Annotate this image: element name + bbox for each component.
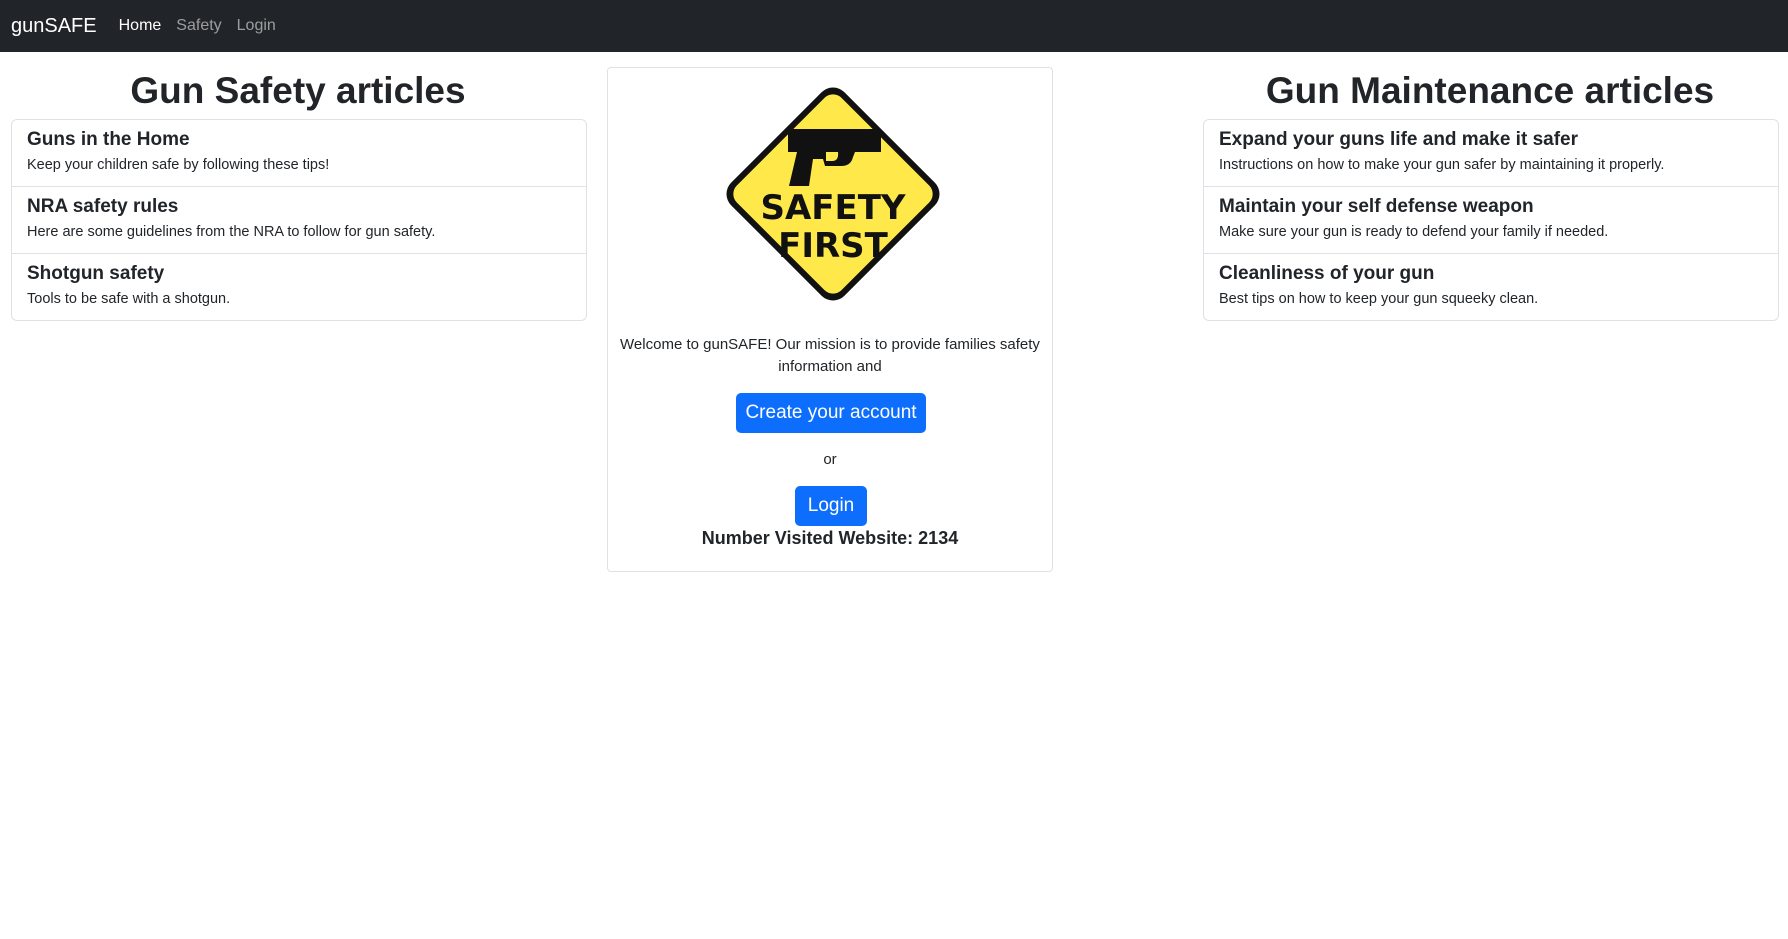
article-title: Expand your guns life and make it safer: [1219, 129, 1578, 150]
safety-articles-list: Guns in the Home Keep your children safe…: [11, 119, 587, 321]
brand-link[interactable]: gunSAFE: [11, 15, 97, 38]
sign-text-first: FIRST: [778, 226, 889, 266]
list-item-nra-safety-rules[interactable]: NRA safety rules Here are some guideline…: [12, 187, 586, 254]
maintenance-articles-heading: Gun Maintenance articles: [1265, 70, 1715, 111]
navbar: gunSAFE Home Safety Login: [0, 0, 1788, 52]
sign-text-safety: SAFETY: [760, 188, 905, 228]
list-item-expand-guns-life[interactable]: Expand your guns life and make it safer …: [1204, 120, 1778, 187]
or-separator: or: [823, 451, 837, 468]
list-item-guns-in-the-home[interactable]: Guns in the Home Keep your children safe…: [12, 120, 586, 187]
nav-link-safety[interactable]: Safety: [176, 17, 221, 35]
maintenance-articles-list: Expand your guns life and make it safer …: [1203, 119, 1779, 321]
welcome-message: Welcome to gunSAFE! Our mission is to pr…: [620, 336, 1040, 375]
welcome-card: SAFETY FIRST Welcome to gunSAFE! Our mis…: [607, 67, 1053, 572]
article-title: Cleanliness of your gun: [1219, 263, 1435, 284]
list-item-cleanliness-of-gun[interactable]: Cleanliness of your gun Best tips on how…: [1204, 254, 1778, 320]
article-title: Shotgun safety: [27, 263, 165, 284]
list-item-shotgun-safety[interactable]: Shotgun safety Tools to be safe with a s…: [12, 254, 586, 320]
article-description: Instructions on how to make your gun saf…: [1219, 157, 1665, 173]
create-account-button[interactable]: Create your account: [736, 393, 926, 433]
article-description: Make sure your gun is ready to defend yo…: [1219, 224, 1609, 240]
login-button[interactable]: Login: [795, 486, 867, 526]
article-description: Best tips on how to keep your gun squeek…: [1219, 291, 1539, 307]
visit-counter: Number Visited Website: 2134: [701, 528, 959, 548]
article-description: Tools to be safe with a shotgun.: [27, 291, 231, 307]
safety-articles-heading: Gun Safety articles: [130, 70, 466, 111]
nav-link-home[interactable]: Home: [119, 17, 162, 35]
article-description: Here are some guidelines from the NRA to…: [27, 224, 436, 240]
article-title: NRA safety rules: [27, 196, 179, 217]
safety-first-sign-icon: SAFETY FIRST: [726, 87, 940, 301]
nav-link-login[interactable]: Login: [237, 17, 276, 35]
article-title: Maintain your self defense weapon: [1219, 196, 1534, 217]
article-description: Keep your children safe by following the…: [27, 157, 330, 173]
article-title: Guns in the Home: [27, 129, 190, 150]
list-item-maintain-self-defense-weapon[interactable]: Maintain your self defense weapon Make s…: [1204, 187, 1778, 254]
